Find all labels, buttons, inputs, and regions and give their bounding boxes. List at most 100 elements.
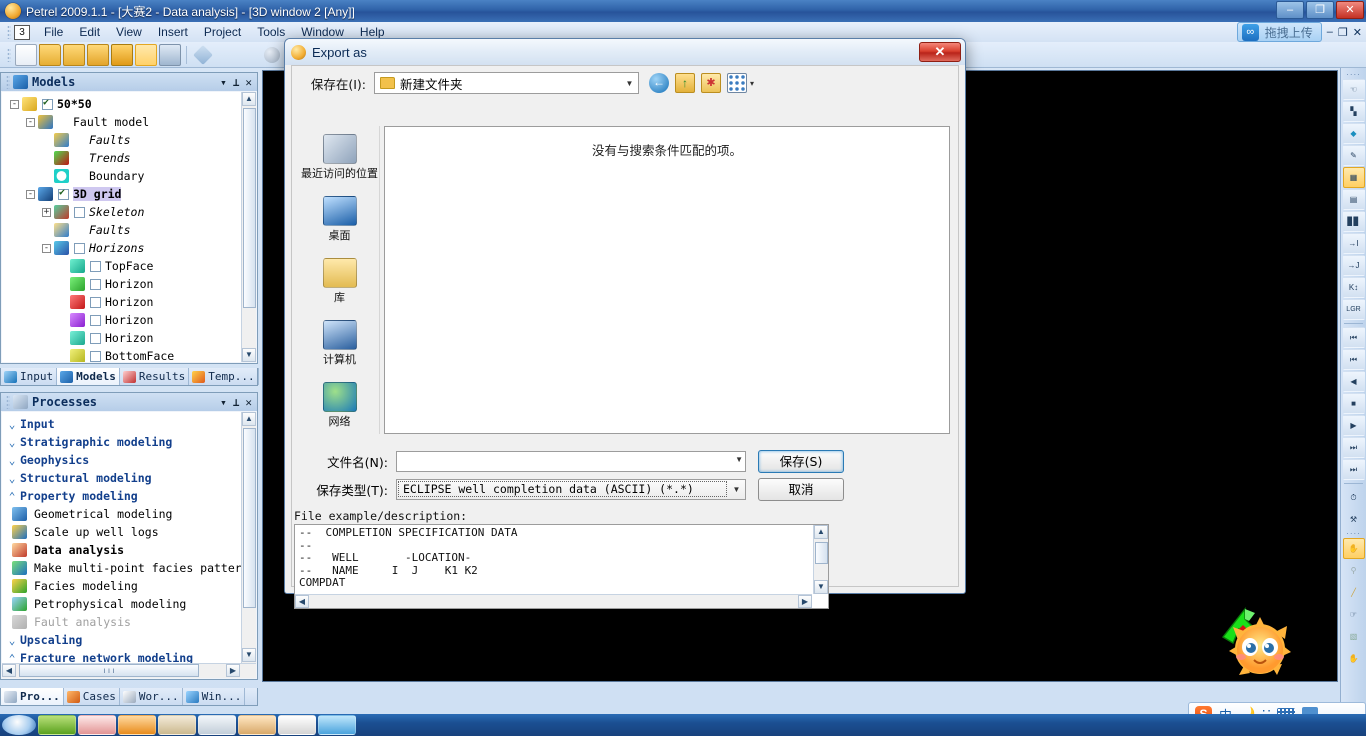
dialog-nav-icons[interactable]: ← ↑ ✱ ▾	[649, 73, 754, 93]
skip-last-icon[interactable]: ⏭	[1342, 459, 1365, 480]
file-name-input[interactable]	[397, 451, 745, 471]
file-example-hscrollbar[interactable]: ◀ ▶	[295, 594, 812, 608]
process-item-row[interactable]: Fault analysis	[4, 613, 256, 631]
upload-button[interactable]: ∞ 拖拽上传	[1236, 22, 1322, 42]
k-direction-icon[interactable]: K↕	[1342, 277, 1365, 298]
menu-edit[interactable]: Edit	[71, 23, 108, 41]
export-icon[interactable]	[135, 43, 157, 66]
gem-icon[interactable]: ◆	[1342, 123, 1365, 144]
step-back-icon[interactable]: ⏮	[1342, 349, 1365, 370]
processes-tabstrip[interactable]: Pro... Cases Wor... Win...	[0, 688, 258, 706]
models-tree[interactable]: - 50*50 - Fault model Faults Trends Boundary - 3…	[2, 92, 256, 362]
well-logs-icon[interactable]: ▊▊	[1342, 211, 1365, 232]
diamond-icon[interactable]	[193, 44, 213, 65]
file-name-dropdown-arrow[interactable]: ▼	[735, 455, 743, 464]
histogram-icon[interactable]: ▚	[1342, 101, 1365, 122]
tree-expand-toggle[interactable]: +	[42, 207, 51, 217]
taskbar-item-1[interactable]	[38, 715, 76, 735]
models-tree-row[interactable]: Faults	[4, 221, 256, 239]
hand-draw-icon[interactable]: ✋	[1343, 648, 1365, 669]
file-example-box[interactable]: -- COMPLETION SPECIFICATION DATA -- -- W…	[294, 524, 829, 609]
file-list[interactable]: 没有与搜索条件匹配的项。	[384, 126, 950, 434]
tab-results[interactable]: Results	[120, 368, 190, 385]
i-direction-icon[interactable]: →I	[1342, 233, 1365, 254]
volume-up-icon[interactable]	[216, 44, 238, 66]
play-icon[interactable]: ▶	[1342, 415, 1365, 436]
file-example-vscrollbar[interactable]: ▲ ▼	[813, 525, 828, 594]
save-button[interactable]: 保存(S)	[758, 449, 844, 473]
menu-view[interactable]: View	[108, 23, 150, 41]
tree-item-checkbox[interactable]	[74, 206, 85, 218]
right-vertical-toolbar[interactable]: ···· ☜ ▚ ◆ ✎ ▦ ▤ ▊▊ →I →J K↕ LGR ⏮ ⏮ ◀ ■…	[1340, 68, 1366, 714]
processes-list[interactable]: ⌄ Input ⌄ Stratigraphic modeling ⌄ Geophysics…	[2, 412, 256, 667]
file-type-combo[interactable]: ECLIPSE well completion data (ASCII) (*.…	[396, 478, 746, 500]
taskbar-item-6[interactable]	[238, 715, 276, 735]
tab-wor[interactable]: Wor...	[120, 688, 183, 705]
models-tree-row[interactable]: TopFace	[4, 257, 256, 275]
tab-cases[interactable]: Cases	[64, 688, 120, 705]
chevron-up-icon[interactable]: ⌃	[4, 490, 20, 503]
processes-list-container[interactable]: ⌄ Input ⌄ Stratigraphic modeling ⌄ Geophysics…	[2, 412, 256, 678]
tree-collapse-toggle[interactable]: -	[26, 117, 35, 127]
example-scroll-up-button[interactable]: ▲	[814, 525, 828, 539]
processes-scroll-thumb[interactable]	[243, 428, 256, 608]
models-tree-row[interactable]: - 3D grid	[4, 185, 256, 203]
models-tree-row[interactable]: Faults	[4, 131, 256, 149]
measure-ruler-icon[interactable]: ╱	[1343, 582, 1365, 603]
views-dropdown-caret[interactable]: ▾	[750, 79, 754, 88]
models-tree-row[interactable]: - 50*50	[4, 95, 256, 113]
process-item-row[interactable]: Data analysis	[4, 541, 256, 559]
import-icon[interactable]	[87, 43, 109, 66]
models-panel-pin-icon[interactable]: ⊥	[233, 76, 240, 89]
models-tree-row[interactable]: Trends	[4, 149, 256, 167]
process-item-row[interactable]: Scale up well logs	[4, 523, 256, 541]
mdi-restore-button[interactable]: ❐	[1338, 26, 1348, 39]
tab-win[interactable]: Win...	[183, 688, 246, 705]
lgr-icon[interactable]: LGR	[1342, 299, 1365, 320]
models-scroll-up-button[interactable]: ▲	[242, 92, 256, 106]
mdi-minimize-button[interactable]: –	[1327, 26, 1333, 38]
processes-panel-menu-icon[interactable]: ▾	[220, 396, 227, 409]
models-scroll-down-button[interactable]: ▼	[242, 348, 256, 362]
processes-panel-grip[interactable]	[6, 395, 10, 409]
place-item[interactable]: 最近访问的位置	[300, 126, 379, 188]
print-icon[interactable]	[159, 43, 181, 66]
example-scroll-down-button[interactable]: ▼	[814, 580, 828, 594]
tree-item-checkbox[interactable]	[90, 296, 101, 308]
open-recent-icon[interactable]	[63, 43, 85, 66]
stop-icon[interactable]: ■	[1342, 393, 1365, 414]
start-orb-button[interactable]	[2, 715, 36, 735]
edit-tools-icon[interactable]: ✎	[1342, 145, 1365, 166]
grid-3d-icon[interactable]: ▤	[1342, 189, 1365, 210]
process-item-row[interactable]: Geometrical modeling	[4, 505, 256, 523]
processes-scroll-down-button[interactable]: ▼	[242, 648, 256, 662]
chevron-down-icon[interactable]: ⌄	[4, 436, 20, 449]
menubar-grip[interactable]	[7, 25, 11, 39]
example-scroll-left-button[interactable]: ◀	[295, 595, 309, 608]
back-icon[interactable]: ←	[649, 73, 669, 93]
select-pointer-icon[interactable]: ☜	[1342, 79, 1365, 100]
process-group-row[interactable]: ⌃ Property modeling	[4, 487, 256, 505]
tab-temp[interactable]: Temp...	[189, 368, 259, 385]
models-tree-row[interactable]: BottomFace	[4, 347, 256, 362]
views-icon[interactable]	[727, 73, 747, 93]
tree-item-checkbox[interactable]	[90, 278, 101, 290]
tree-item-checkbox[interactable]	[74, 242, 85, 254]
processes-scroll-left-button[interactable]: ◀	[2, 664, 16, 677]
save-project-icon[interactable]	[111, 43, 133, 66]
tree-item-checkbox[interactable]	[42, 97, 53, 110]
models-tree-row[interactable]: - Horizons	[4, 239, 256, 257]
example-scroll-thumb[interactable]	[815, 542, 828, 564]
models-panel-close-icon[interactable]: ✕	[245, 76, 252, 89]
place-item[interactable]: 桌面	[300, 188, 379, 250]
tree-item-checkbox[interactable]	[90, 260, 101, 272]
models-tree-row[interactable]: Horizon	[4, 311, 256, 329]
taskbar-item-8[interactable]	[318, 715, 356, 735]
window-controls[interactable]: – ❐ ✕	[1276, 1, 1364, 19]
processes-scroll-up-button[interactable]: ▲	[242, 412, 256, 426]
menu-project[interactable]: Project	[196, 23, 249, 41]
tree-collapse-toggle[interactable]: -	[26, 189, 35, 199]
tree-collapse-toggle[interactable]: -	[42, 243, 51, 253]
processes-scrollbar[interactable]: ▲ ▼	[241, 412, 256, 678]
wrench-icon[interactable]: ⚒	[1343, 509, 1365, 530]
